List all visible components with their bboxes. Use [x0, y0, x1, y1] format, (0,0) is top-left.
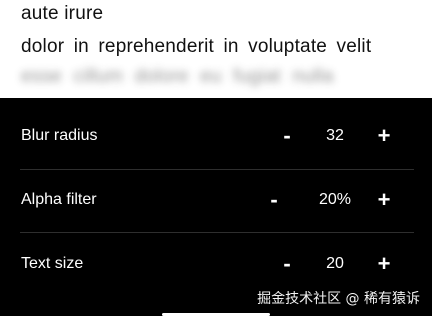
preview-line-3-blurred: esse cillum dolore eu fugiat nulla	[21, 66, 334, 87]
text-preview: aute irure dolor in reprehenderit in vol…	[0, 0, 432, 98]
setting-label: Blur radius	[21, 127, 98, 144]
preview-line-2: dolor in reprehenderit in voluptate veli…	[21, 36, 372, 57]
setting-label: Text size	[21, 255, 84, 272]
setting-row-blur-radius: Blur radius - 32 +	[0, 105, 432, 169]
setting-value: 20%	[318, 191, 352, 208]
preview-line-1: aute irure	[21, 3, 104, 24]
increase-button[interactable]: +	[369, 249, 399, 281]
decrease-button[interactable]: -	[259, 185, 289, 217]
decrease-button[interactable]: -	[272, 121, 302, 153]
settings-panel: Blur radius - 32 + Alpha filter - 20% + …	[0, 98, 432, 316]
setting-value: 32	[326, 127, 344, 144]
increase-button[interactable]: +	[369, 185, 399, 217]
setting-value: 20	[326, 255, 344, 272]
watermark: 掘金技术社区 @ 稀有猿诉	[257, 291, 420, 307]
setting-label: Alpha filter	[21, 191, 97, 208]
setting-row-alpha-filter: Alpha filter - 20% +	[0, 169, 432, 233]
decrease-button[interactable]: -	[272, 249, 302, 281]
increase-button[interactable]: +	[369, 121, 399, 153]
